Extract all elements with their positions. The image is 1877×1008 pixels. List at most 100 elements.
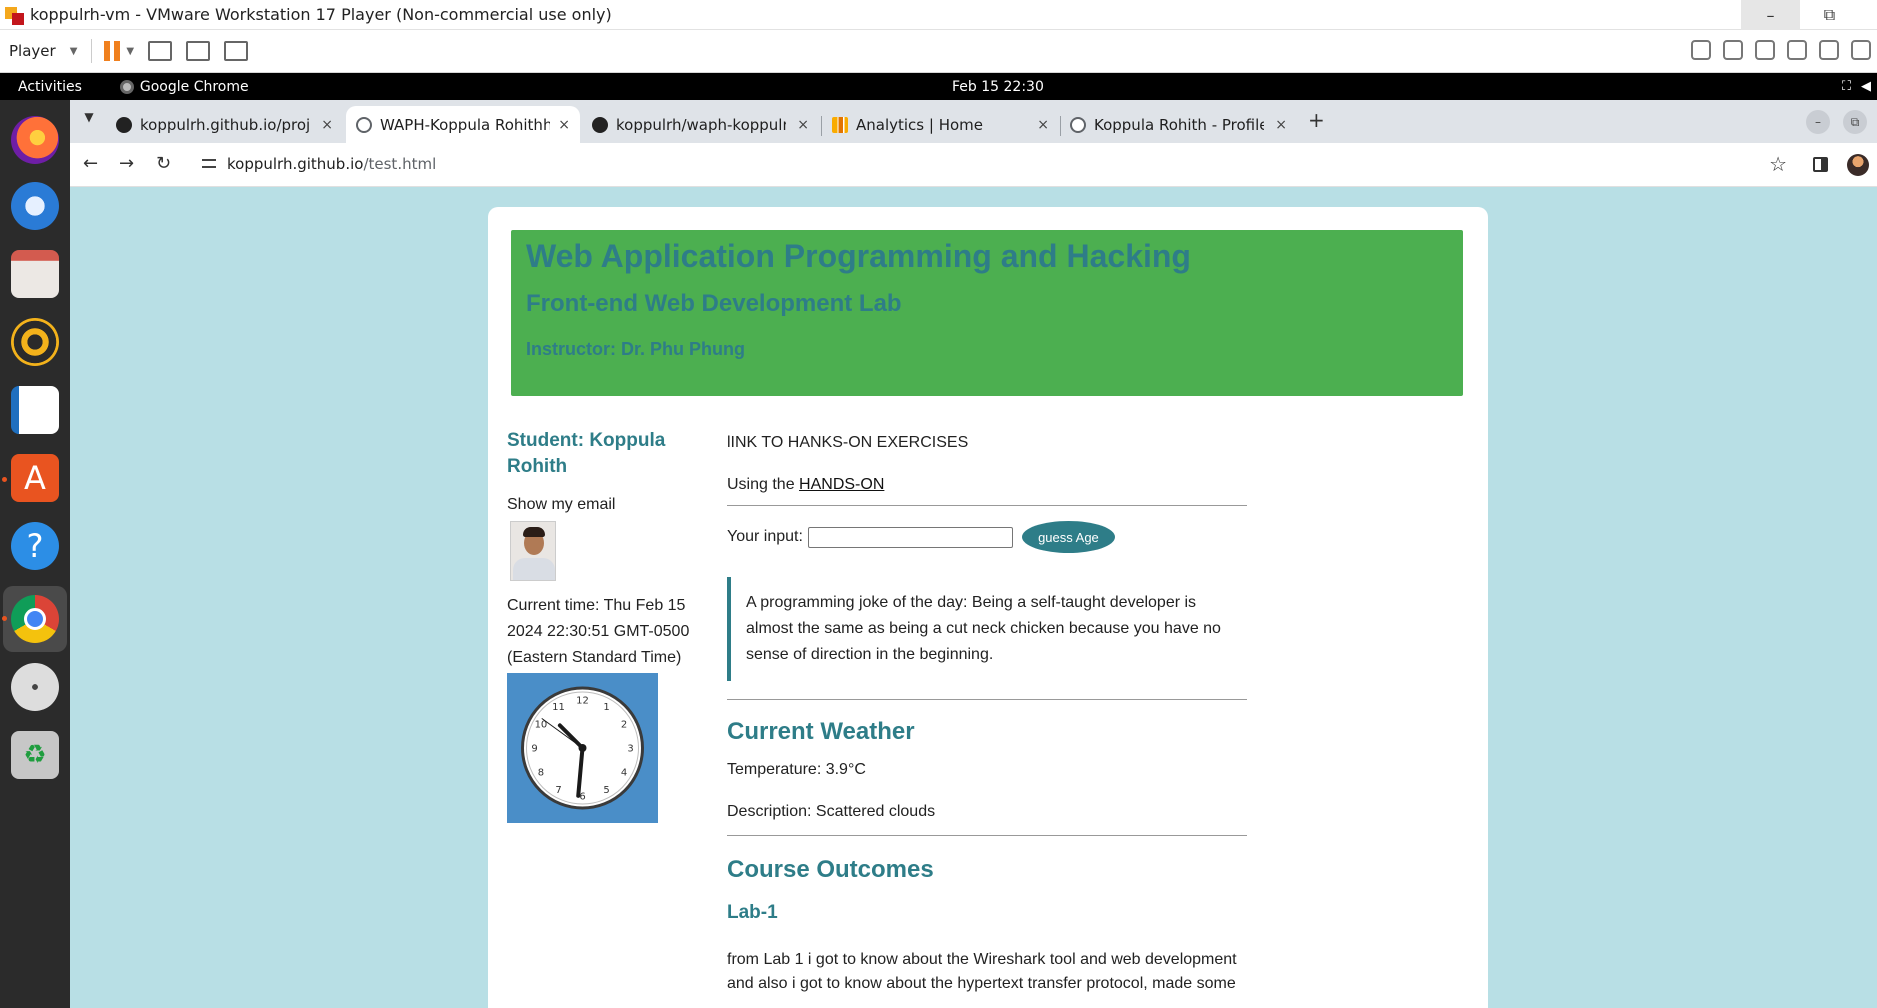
rhythmbox-icon[interactable]: [11, 318, 59, 366]
side-panel-icon[interactable]: [1813, 157, 1828, 172]
page-subtitle: Front-end Web Development Lab: [526, 290, 902, 317]
chrome-window: ▼ koppulrh.github.io/proje × WAPH-Koppul…: [70, 100, 1877, 1008]
toolbar-divider: [91, 39, 93, 63]
hard-disk-icon[interactable]: [1723, 40, 1743, 60]
restore-button[interactable]: ⧉: [1800, 0, 1859, 30]
tab-label: WAPH-Koppula Rohithh: [380, 115, 550, 134]
close-tab-icon[interactable]: ×: [1275, 117, 1287, 133]
github-icon: [592, 116, 608, 133]
app-menu-label: Google Chrome: [139, 78, 249, 95]
clock-numeral: 12: [576, 696, 589, 707]
address-bar[interactable]: koppulrh.github.io/test.html: [227, 155, 436, 173]
usb-icon[interactable]: [1851, 40, 1871, 60]
clock-numeral: 8: [538, 768, 544, 779]
student-name: Student: Koppula Rohith: [507, 430, 666, 477]
close-tab-icon[interactable]: ×: [321, 117, 333, 133]
firefox-icon[interactable]: [11, 116, 59, 164]
unity-icon[interactable]: [224, 41, 249, 61]
writer-icon[interactable]: [11, 386, 59, 434]
system-clock[interactable]: Feb 15 22:30: [952, 79, 1044, 95]
running-indicator: [2, 477, 7, 482]
tab-analytics[interactable]: Analytics | Home ×: [822, 106, 1059, 143]
send-ctrl-alt-del-icon[interactable]: [148, 41, 173, 61]
course-outcomes-heading: Course Outcomes: [727, 856, 934, 883]
clock-face: 121234567891011: [521, 686, 644, 810]
user-input-field[interactable]: [807, 526, 1013, 548]
dvd-icon[interactable]: [11, 663, 59, 711]
link-heading: lINK TO HANKS-ON EXERCISES: [727, 434, 969, 451]
close-tab-icon[interactable]: ×: [558, 117, 570, 133]
tab-profile[interactable]: Koppula Rohith - Profile ×: [1060, 106, 1297, 143]
chevron-down-icon[interactable]: ▼: [126, 46, 134, 57]
help-icon[interactable]: ?: [11, 522, 59, 570]
back-arrow-icon[interactable]: ←: [83, 153, 98, 174]
tab-github-repo[interactable]: koppulrh/waph-koppulrh ×: [582, 106, 819, 143]
forward-arrow-icon[interactable]: →: [119, 153, 134, 174]
tab-waph[interactable]: WAPH-Koppula Rohithh ×: [346, 106, 580, 143]
tab-label: koppulrh.github.io/proje: [140, 115, 310, 134]
app-center-icon[interactable]: A: [11, 454, 59, 502]
chrome-minimize-button[interactable]: –: [1806, 110, 1830, 134]
volume-icon: ◀: [1861, 79, 1871, 94]
thunderbird-icon[interactable]: [11, 182, 59, 230]
lab-1-text: from Lab 1 i got to know about the Wires…: [727, 951, 1237, 992]
student-photo: [510, 521, 556, 581]
site-info-icon[interactable]: [202, 156, 218, 172]
forward-icon[interactable]: [1691, 40, 1711, 60]
minimize-button[interactable]: –: [1741, 0, 1800, 30]
joke-blockquote: A programming joke of the day: Being a s…: [727, 577, 1247, 681]
system-tray[interactable]: ⛶ ◀: [1842, 79, 1871, 94]
temperature-text: Temperature: 3.9°C: [727, 761, 866, 778]
hands-on-link[interactable]: HANDS-ON: [799, 476, 884, 493]
files-icon[interactable]: [11, 250, 59, 298]
vmware-toolbar: Player ▼ ▼: [0, 30, 1877, 73]
profile-avatar[interactable]: [1847, 154, 1869, 176]
instructor-name: Instructor: Dr. Phu Phung: [526, 339, 745, 359]
clock-numeral: 4: [621, 768, 627, 779]
guess-age-button[interactable]: guess Age: [1021, 521, 1115, 553]
page-header: Web Application Programming and Hacking …: [511, 230, 1463, 396]
pause-icon[interactable]: [104, 41, 121, 61]
toolbar: ← → ↻ koppulrh.github.io/test.html ☆: [70, 143, 1877, 187]
fullscreen-icon[interactable]: [186, 41, 211, 61]
bookmark-star-icon[interactable]: ☆: [1769, 152, 1787, 176]
tab-label: Koppula Rohith - Profile: [1094, 115, 1264, 134]
clock-numeral: 9: [531, 744, 537, 755]
app-menu[interactable]: Google Chrome: [119, 78, 249, 95]
student-sidebar: Student: Koppula Rohith Show my email Cu…: [507, 428, 697, 823]
using-prefix: Using the: [727, 476, 800, 493]
guess-age-form: Your input: guess Age: [727, 521, 1247, 553]
sound-icon[interactable]: [1819, 40, 1839, 60]
player-menu-label: Player: [9, 42, 56, 60]
divider: [727, 699, 1247, 700]
activities-button[interactable]: Activities: [18, 79, 82, 95]
show-email-toggle[interactable]: Show my email: [507, 496, 697, 514]
tab-label: Analytics | Home: [856, 115, 984, 134]
trash-icon[interactable]: ♻: [11, 731, 59, 779]
globe-icon: [356, 116, 372, 133]
vmware-logo-icon: [3, 4, 25, 26]
clock-center: [578, 744, 587, 752]
close-tab-icon[interactable]: ×: [1037, 117, 1049, 133]
tab-project[interactable]: koppulrh.github.io/proje ×: [106, 106, 343, 143]
ubuntu-dock: A ? ♻: [0, 100, 70, 1008]
reload-icon[interactable]: ↻: [156, 153, 171, 174]
new-tab-button[interactable]: +: [1308, 108, 1325, 132]
tab-search-icon[interactable]: ▼: [79, 110, 99, 130]
page-viewport: Web Application Programming and Hacking …: [70, 187, 1877, 1008]
close-tab-icon[interactable]: ×: [797, 117, 809, 133]
url-path: /test.html: [363, 155, 437, 173]
chrome-icon[interactable]: [11, 595, 59, 643]
vmware-title-bar: koppulrh-vm - VMware Workstation 17 Play…: [0, 0, 1877, 30]
network-adapter-icon[interactable]: [1787, 40, 1807, 60]
chevron-down-icon: ▼: [69, 45, 78, 57]
chrome-restore-button[interactable]: ⧉: [1843, 110, 1867, 134]
clock-numeral: 1: [603, 702, 609, 713]
globe-icon: [1070, 116, 1086, 133]
running-indicator: [2, 616, 7, 621]
clock-numeral: 2: [621, 720, 627, 731]
gnome-top-bar: Activities Google Chrome Feb 15 22:30 ⛶ …: [0, 73, 1877, 100]
current-time: Current time: Thu Feb 15 2024 22:30:51 G…: [507, 597, 690, 666]
cd-dvd-icon[interactable]: [1755, 40, 1775, 60]
player-menu[interactable]: Player ▼: [9, 42, 77, 60]
